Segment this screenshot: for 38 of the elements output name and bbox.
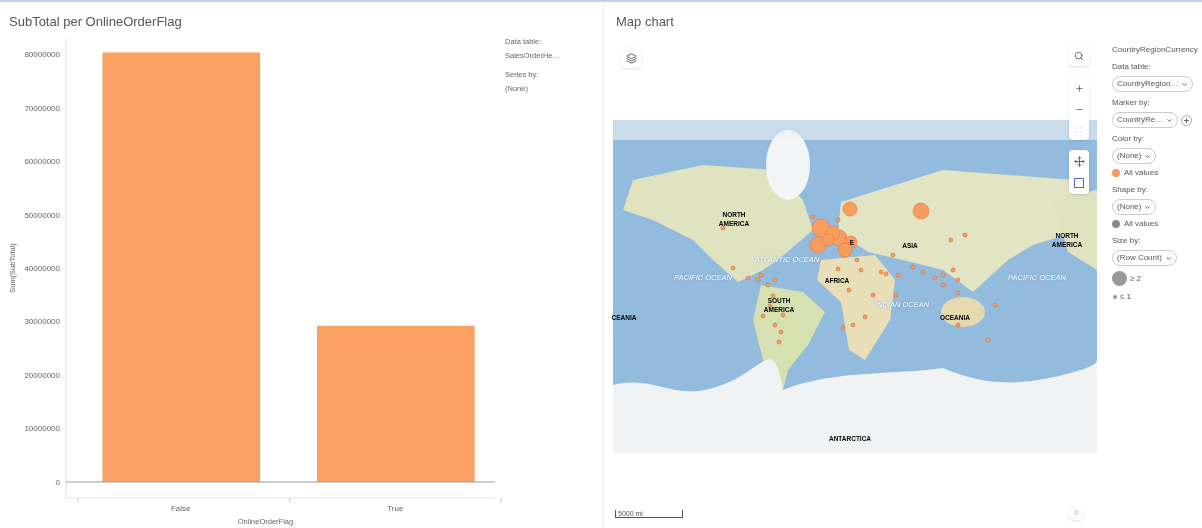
legend-value: All values: [1124, 167, 1159, 179]
legend-label: Size by:: [1112, 235, 1142, 247]
caret-icon: [1166, 116, 1174, 124]
y-tick-label: 10000000: [24, 424, 60, 434]
legend-label: Shape by:: [1112, 184, 1150, 196]
legend-label: Marker by:: [1112, 97, 1151, 109]
y-tick-label: 30000000: [24, 317, 60, 327]
search-icon: [1074, 51, 1084, 61]
search-button[interactable]: [1069, 46, 1089, 66]
legend-value: ≤ 1: [1120, 291, 1132, 303]
caret-icon: [1144, 152, 1152, 160]
y-tick-label: 20000000: [24, 371, 60, 380]
pan-icon[interactable]: [1073, 155, 1085, 167]
y-tick-label: 60000000: [24, 157, 60, 166]
zoom-in-icon[interactable]: [1074, 84, 1084, 93]
y-tick-label: 50000000: [24, 210, 60, 220]
y-tick-label: 70000000: [24, 103, 60, 113]
y-tick-label: 40000000: [24, 264, 60, 273]
size-marker-icon: [1113, 295, 1117, 299]
plus-icon: [1183, 116, 1191, 124]
size-marker-icon: [1112, 271, 1127, 286]
y-tick-label: 80000000: [24, 50, 60, 60]
rectangle-select-icon[interactable]: [1074, 178, 1084, 189]
legend-label: Data table:: [1112, 61, 1152, 73]
x-tick-label: False: [171, 504, 191, 513]
legend-value: All values: [1124, 218, 1159, 230]
x-tick-label: True: [387, 504, 404, 513]
caret-icon: [1144, 203, 1152, 211]
y-tick-label: 0: [55, 477, 60, 487]
legend-label: Color by:: [1112, 133, 1145, 145]
caret-icon: [1181, 80, 1189, 88]
caret-icon: [1164, 254, 1172, 262]
legend-title: CountryRegionCurrency: [1112, 44, 1198, 56]
legend-value: ≥ 2: [1130, 272, 1142, 285]
chart-title: SubTotal per OnlineOrderFlag: [9, 13, 183, 31]
chart-title: Map chart: [616, 13, 675, 31]
layers-icon: [625, 52, 637, 64]
layers-button[interactable]: [621, 48, 641, 68]
